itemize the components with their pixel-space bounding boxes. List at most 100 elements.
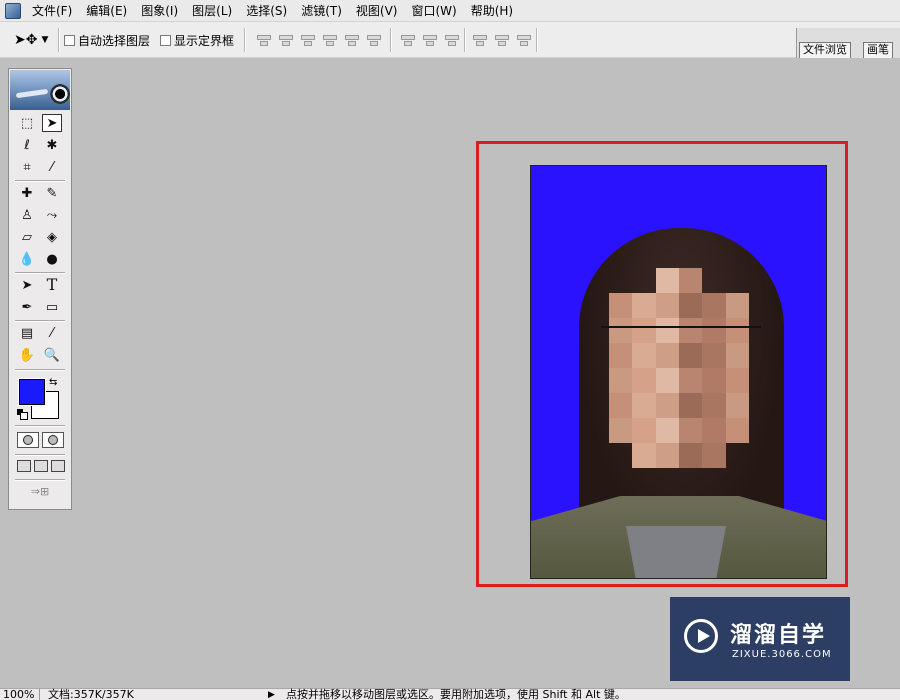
tool-preset-picker[interactable]: ➤✥ ▼ [14,30,50,50]
mosaic-block [679,418,703,443]
eyedropper-icon[interactable]: ⁄ [42,324,62,342]
options-bar: ➤✥ ▼ 自动选择图层 显示定界框 文件浏览 画笔 [0,22,900,58]
menu-view[interactable]: 视图(V) [349,0,405,22]
auto-select-layer-checkbox[interactable]: 自动选择图层 [64,32,150,49]
type-icon[interactable]: T [42,276,62,294]
menu-file[interactable]: 文件(F) [25,0,79,22]
rectangle-icon[interactable]: ▭ [42,298,62,316]
crop-icon[interactable]: ⌗ [17,158,37,176]
mosaic-block [655,268,679,293]
dodge-icon[interactable]: ● [42,250,62,268]
chevron-down-icon: ▼ [41,35,49,45]
document-size[interactable]: 文档:357K/357K [48,689,134,700]
watermark-subtitle: ZIXUE.3066.COM [732,649,832,660]
menu-filter[interactable]: 滤镜(T) [294,0,349,22]
checkbox-box[interactable] [64,35,75,46]
menu-image[interactable]: 图象(I) [134,0,185,22]
path-select-icon[interactable]: ➤ [17,276,37,294]
mosaic-block [609,268,632,293]
zoom-level[interactable]: 100% [0,689,40,700]
blur-icon[interactable]: 💧 [17,250,37,268]
swap-colors-icon[interactable]: ⇆ [49,377,57,388]
align-horizontal-centers-icon[interactable] [344,33,360,47]
standard-mode-button[interactable] [17,432,39,448]
hand-icon[interactable]: ✋ [17,346,37,364]
distribute-left-icon[interactable] [472,33,488,47]
show-bounding-box-checkbox[interactable]: 显示定界框 [160,32,234,49]
distribute-vertical-group [400,30,460,50]
paint-bucket-icon[interactable]: ◈ [42,228,62,246]
notes-icon[interactable]: ▤ [17,324,37,342]
divider [244,28,245,52]
menu-layer[interactable]: 图层(L) [185,0,239,22]
history-brush-icon[interactable]: ⤳ [42,206,62,224]
align-top-edges-icon[interactable] [256,33,272,47]
id-photo[interactable] [530,165,827,579]
slice-icon[interactable]: ⁄ [42,158,62,176]
mosaic-block [726,443,749,468]
menu-edit[interactable]: 编辑(E) [79,0,134,22]
mosaic-block [609,368,633,393]
mosaic-block [725,418,749,443]
mosaic-block [632,368,656,393]
palette-well: 文件浏览 画笔 [796,28,900,58]
mosaic-block [609,418,633,443]
mosaic-block [655,443,679,468]
marquee-icon[interactable]: ⬚ [17,114,37,132]
brush-icon[interactable]: ✎ [42,184,62,202]
watermark-title: 溜溜自学 [730,623,827,648]
menu-window[interactable]: 窗口(W) [404,0,463,22]
distribute-horizontal-group [472,30,532,50]
mosaic-block [609,393,633,418]
mosaic-block [679,368,703,393]
healing-brush-icon[interactable]: ✚ [17,184,37,202]
move-icon[interactable]: ➤ [42,114,62,132]
pen-icon[interactable]: ✒ [17,298,37,316]
tool-divider [15,425,65,426]
tool-divider [15,454,65,455]
full-screen-menu-mode-icon[interactable] [34,460,48,472]
show-bounding-box-label: 显示定界框 [174,34,235,48]
align-right-edges-icon[interactable] [366,33,382,47]
tab-file-browser[interactable]: 文件浏览 [799,42,851,58]
clone-stamp-icon[interactable]: ♙ [17,206,37,224]
distribute-right-icon[interactable] [516,33,532,47]
move-tool-icon: ➤✥ [14,32,38,48]
menu-select[interactable]: 选择(S) [239,0,294,22]
align-vertical-centers-icon[interactable] [278,33,294,47]
quick-mask-button[interactable] [42,432,64,448]
standard-screen-mode-icon[interactable] [17,460,31,472]
foreground-color-swatch[interactable] [18,378,46,406]
magic-wand-icon[interactable]: ✱ [42,136,62,154]
tab-brushes[interactable]: 画笔 [863,42,893,58]
auto-select-layer-label: 自动选择图层 [78,34,151,48]
align-left-edges-icon[interactable] [322,33,338,47]
mosaic-block [655,418,679,443]
mosaic-block [702,393,726,418]
mosaic-block [679,268,703,293]
menu-help[interactable]: 帮助(H) [464,0,520,22]
distribute-top-icon[interactable] [400,33,416,47]
jump-to-imageready-icon[interactable]: ⇒⊞ [19,485,61,499]
align-bottom-edges-icon[interactable] [300,33,316,47]
mosaic-block [679,443,703,468]
watermark-logo: 溜溜自学 ZIXUE.3066.COM [670,597,850,681]
checkbox-box[interactable] [160,35,171,46]
mosaic-block [655,293,679,318]
distribute-hcenter-icon[interactable] [494,33,510,47]
mosaic-block [726,268,749,293]
photoshop-app-icon[interactable] [5,2,21,19]
distribute-center-icon[interactable] [422,33,438,47]
mosaic-block [655,393,679,418]
eraser-icon[interactable]: ▱ [17,228,37,246]
divider [390,28,391,52]
mosaic-block [702,268,725,293]
full-screen-mode-icon[interactable] [51,460,65,472]
distribute-bottom-icon[interactable] [444,33,460,47]
mosaic-block [655,368,679,393]
default-colors-icon[interactable] [17,409,28,420]
zoom-icon[interactable]: 🔍 [42,346,62,364]
status-menu-arrow-icon[interactable]: ▶ [268,689,275,700]
lasso-icon[interactable]: ℓ [17,136,37,154]
toolbox-header[interactable] [10,70,70,110]
